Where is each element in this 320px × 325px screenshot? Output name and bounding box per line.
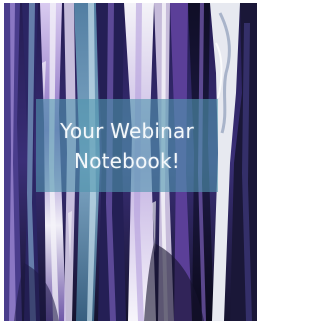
title-panel: Your Webinar Notebook! xyxy=(36,99,218,192)
cover-title-line-1: Your Webinar xyxy=(60,118,194,143)
cover-title-line-2: Notebook! xyxy=(74,148,180,173)
notebook-cover: Your Webinar Notebook! xyxy=(4,3,257,321)
